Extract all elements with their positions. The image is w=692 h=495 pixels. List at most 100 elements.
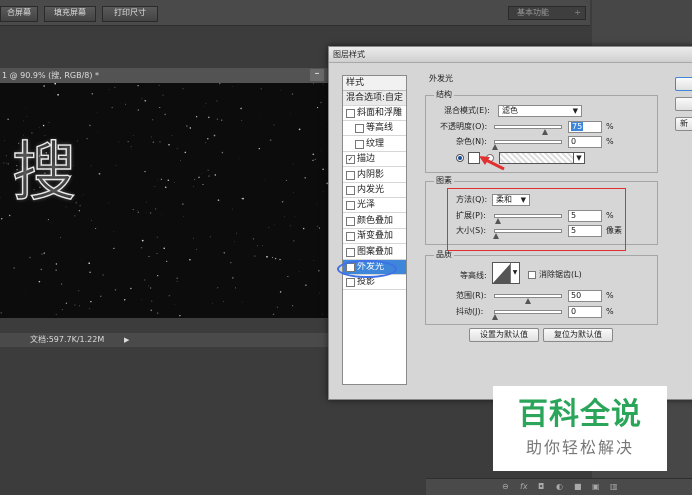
opacity-input[interactable]: 75 <box>568 121 602 133</box>
noise-slider-thumb[interactable] <box>492 144 498 150</box>
style-item-checkbox[interactable] <box>346 216 355 226</box>
style-item-checkbox[interactable]: ✓ <box>346 155 355 165</box>
style-item-label: 描边 <box>357 154 376 165</box>
style-item[interactable]: 颜色叠加 <box>343 214 406 229</box>
jitter-unit: % <box>606 307 614 316</box>
range-label: 范围(R): <box>456 291 487 300</box>
style-item-label: 渐变叠加 <box>357 231 394 242</box>
jitter-slider[interactable] <box>492 310 562 320</box>
style-item-checkbox[interactable] <box>346 186 355 195</box>
quality-group: 品质 等高线: ▼ 消除锯齿(L) 范围(R): 50 % 抖动(J): 0 % <box>425 250 658 325</box>
mask-icon[interactable]: ◘ <box>538 479 544 495</box>
blend-options-item[interactable]: 混合选项:自定 <box>343 91 406 106</box>
style-item[interactable]: 斜面和浮雕 <box>343 106 406 121</box>
blend-mode-value: 滤色 <box>502 106 518 115</box>
style-item[interactable]: 纹理 <box>343 137 406 152</box>
fill-screen-button[interactable]: 填充屏幕 <box>44 6 96 22</box>
jitter-label: 抖动(J): <box>456 307 484 316</box>
style-item-label: 纹理 <box>366 138 385 149</box>
status-menu-arrow-icon[interactable]: ▶ <box>124 333 129 347</box>
outer-glow-title: 外发光 <box>429 74 453 83</box>
contour-picker[interactable]: ▼ <box>492 262 520 284</box>
highlight-ellipse <box>337 260 397 278</box>
link-icon[interactable]: ⊖ <box>502 479 509 495</box>
styles-list: 样式 混合选项:自定 斜面和浮雕 等高线 纹理 ✓ 描边 内阴影 内发光 光泽 颜色叠加 渐变叠加… <box>342 75 407 385</box>
style-item[interactable]: 渐变叠加 <box>343 229 406 245</box>
document-size-info: 文档:597.7K/1.22M <box>30 335 105 344</box>
ok-button[interactable] <box>675 77 692 91</box>
contour-curve-icon <box>493 263 511 283</box>
style-item[interactable]: 等高线 <box>343 121 406 137</box>
style-item-checkbox[interactable] <box>346 201 355 211</box>
style-item-checkbox[interactable] <box>355 139 364 149</box>
document-canvas[interactable]: 搜 <box>0 83 330 318</box>
workspace-label: 基本功能 <box>517 8 549 17</box>
range-slider-thumb[interactable] <box>525 298 531 304</box>
opacity-slider[interactable] <box>494 125 562 135</box>
chevron-down-icon[interactable]: ▼ <box>510 263 519 283</box>
style-item-label: 图案叠加 <box>357 246 394 257</box>
document-title: 1 @ 90.9% (搜, RGB/8) * <box>2 71 100 80</box>
style-item[interactable]: 内阴影 <box>343 168 406 183</box>
fx-icon[interactable]: fx <box>520 479 528 495</box>
minimize-button[interactable]: – <box>310 69 324 81</box>
opacity-slider-thumb[interactable] <box>541 129 548 135</box>
anti-alias-checkbox[interactable] <box>528 271 536 279</box>
new-style-button[interactable]: 新 <box>675 117 692 131</box>
style-item[interactable]: ✓ 描边 <box>343 152 406 168</box>
contour-label: 等高线: <box>460 271 487 280</box>
jitter-slider-thumb[interactable] <box>492 314 498 320</box>
highlight-box <box>447 188 626 251</box>
gradient-picker[interactable]: ▼ <box>499 152 585 164</box>
opacity-unit: % <box>606 122 614 131</box>
range-input[interactable]: 50 <box>568 290 602 302</box>
opacity-label: 不透明度(O): <box>440 122 488 131</box>
style-item-label: 内阴影 <box>357 169 385 180</box>
reset-default-button[interactable]: 复位为默认值 <box>543 328 613 342</box>
make-default-button[interactable]: 设置为默认值 <box>469 328 539 342</box>
style-item-checkbox[interactable] <box>346 278 355 288</box>
style-item-label: 内发光 <box>357 185 385 195</box>
anti-alias-label: 消除锯齿(L) <box>539 270 582 279</box>
status-bar: 文档:597.7K/1.22M ▶ <box>0 333 330 347</box>
workspace-select[interactable]: 基本功能 ÷ <box>508 6 586 20</box>
blend-mode-label: 混合模式(E): <box>444 106 490 115</box>
style-item-label: 等高线 <box>366 123 394 134</box>
noise-slider[interactable] <box>492 140 562 150</box>
elements-title: 图素 <box>434 176 454 186</box>
style-item[interactable]: 光泽 <box>343 198 406 214</box>
print-size-button[interactable]: 打印尺寸 <box>102 6 158 22</box>
styles-header[interactable]: 样式 <box>343 76 406 91</box>
style-item-checkbox[interactable] <box>346 232 355 242</box>
quality-title: 品质 <box>434 250 454 260</box>
style-item-checkbox[interactable] <box>346 109 355 118</box>
cancel-button[interactable] <box>675 97 692 111</box>
style-item-checkbox[interactable] <box>346 247 355 257</box>
new-layer-icon[interactable]: ▣ <box>592 479 600 495</box>
fit-screen-button[interactable]: 合屏幕 <box>0 6 38 22</box>
layers-panel-footer: ⊖ fx ◘ ◐ ■ ▣ ▥ <box>426 478 692 495</box>
dialog-title: 图层样式 <box>329 47 692 63</box>
trash-icon[interactable]: ▥ <box>610 479 618 495</box>
folder-icon[interactable]: ■ <box>574 479 582 495</box>
noise-unit: % <box>606 137 614 146</box>
jitter-input[interactable]: 0 <box>568 306 602 318</box>
noise-input[interactable]: 0 <box>568 136 602 148</box>
style-item[interactable]: 图案叠加 <box>343 245 406 260</box>
watermark-title: 百科全说 <box>518 397 642 432</box>
red-arrow-icon <box>479 156 505 171</box>
style-item-label: 斜面和浮雕 <box>357 108 403 118</box>
style-item[interactable]: 内发光 <box>343 183 406 198</box>
adjustment-icon[interactable]: ◐ <box>556 479 563 495</box>
blend-mode-select[interactable]: 滤色 ▼ <box>498 105 582 117</box>
document-tab[interactable]: 1 @ 90.9% (搜, RGB/8) * – <box>0 68 330 83</box>
style-item-checkbox[interactable] <box>346 170 355 180</box>
style-item-checkbox[interactable] <box>355 124 364 134</box>
structure-title: 结构 <box>434 90 454 100</box>
range-slider[interactable] <box>494 294 562 304</box>
range-unit: % <box>606 291 614 300</box>
solid-color-radio[interactable] <box>456 154 464 162</box>
chevron-down-icon[interactable]: ▼ <box>573 153 584 163</box>
watermark: 百科全说 助你轻松解决 <box>493 386 667 471</box>
chevron-down-icon: ▼ <box>572 107 578 115</box>
